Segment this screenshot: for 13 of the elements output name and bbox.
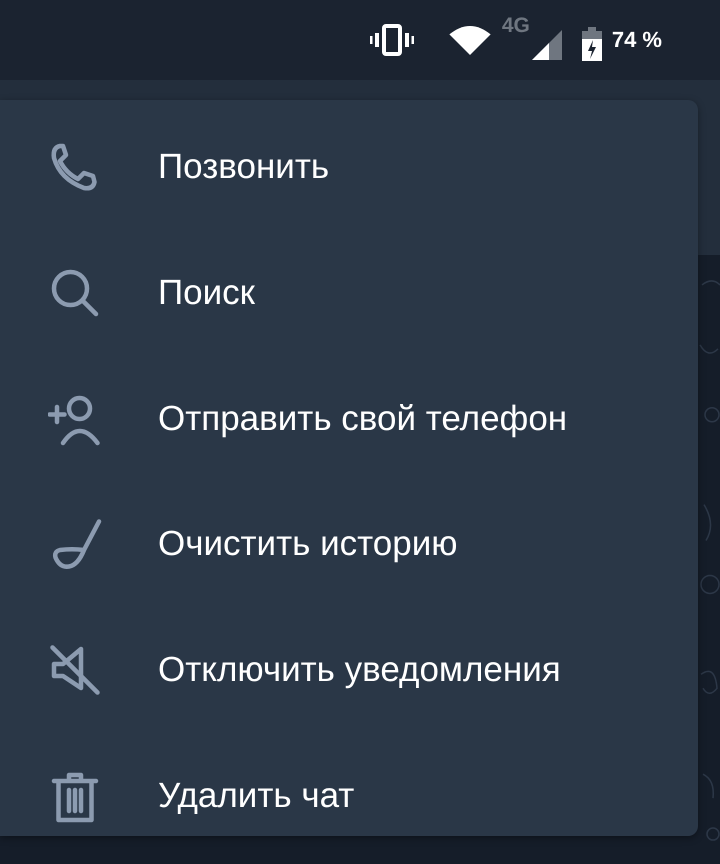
wifi-icon xyxy=(448,25,492,55)
menu-item[interactable]: Очистить историю xyxy=(0,504,690,584)
menu-item[interactable]: Отправить свой телефон xyxy=(0,378,690,458)
battery-level: 74 % xyxy=(612,27,662,53)
vibrate-icon xyxy=(370,23,414,57)
signal-icon xyxy=(532,30,562,60)
network-type: 4G xyxy=(502,14,530,38)
menu-item[interactable]: Отключить уведомления xyxy=(0,630,690,710)
muted-speaker-icon xyxy=(48,643,102,698)
menu-item[interactable]: Поиск xyxy=(0,252,690,333)
menu-item[interactable]: Удалить чат xyxy=(0,756,690,836)
menu-item[interactable]: Позвонить xyxy=(0,127,690,207)
battery-charging-icon xyxy=(582,27,602,61)
